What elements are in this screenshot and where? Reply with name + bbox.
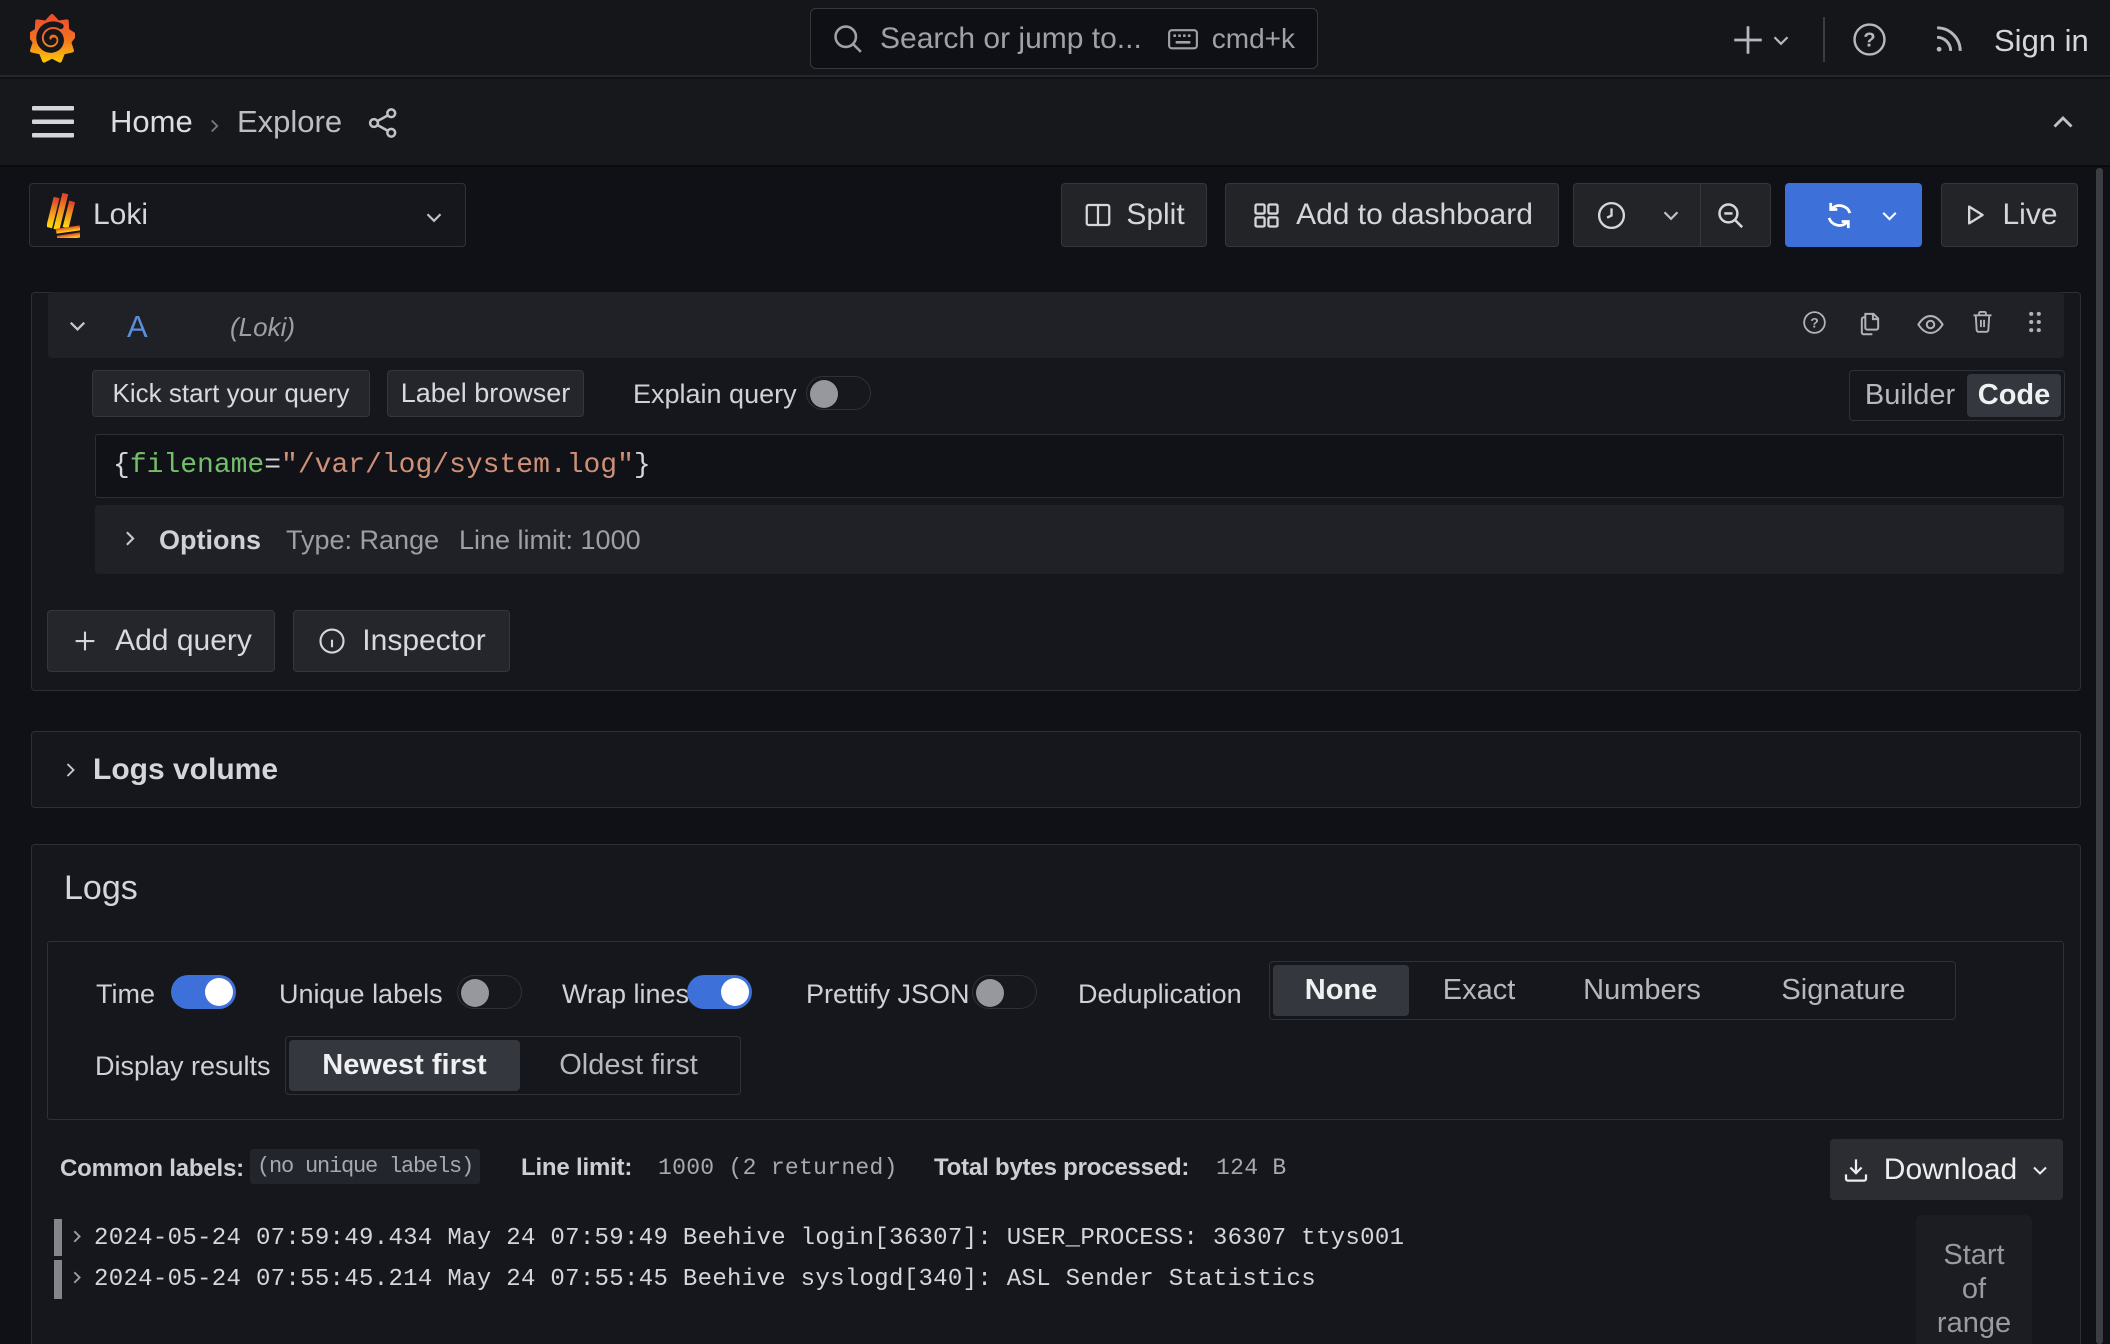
svg-text:?: ?	[1863, 29, 1875, 51]
svg-text:?: ?	[1810, 314, 1819, 330]
